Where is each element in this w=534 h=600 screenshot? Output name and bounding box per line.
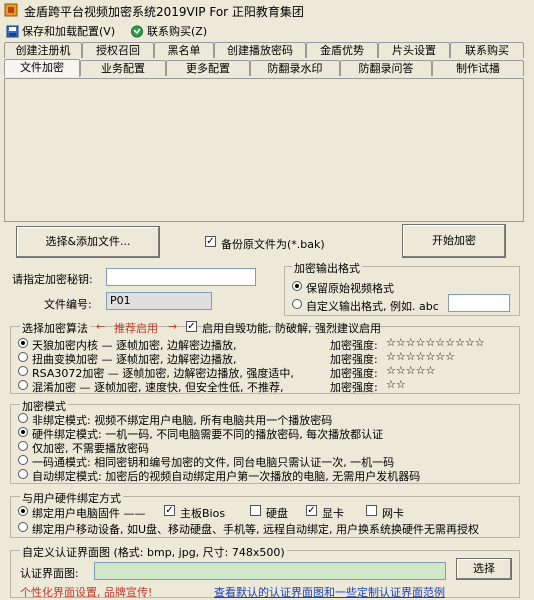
title-bar: 金盾跨平台视频加密系统2019VIP For 正阳教育集团 <box>0 0 534 20</box>
output-format-title: 加密输出格式 <box>292 260 362 276</box>
example-link[interactable]: 查看默认的认证界面图和一些定制认证界面范例 <box>214 584 445 600</box>
menu-bar: 保存和加载配置(V) 联系购买(Z) <box>0 20 534 40</box>
tab-anti-record-qa[interactable]: 防翻录问答 <box>340 60 432 76</box>
custom-auth-title: 自定义认证界面图 (格式: bmp, jpg, 尺寸: 748x500) <box>20 544 287 560</box>
recommend-label: 推荐启用 <box>114 322 158 335</box>
tab-make-trial[interactable]: 制作试播 <box>432 60 524 76</box>
menu-save-load-label: 保存和加载配置(V) <box>22 25 116 38</box>
disk-checkbox[interactable] <box>250 505 261 516</box>
file-no-input[interactable]: P01 <box>106 292 212 310</box>
phone-icon <box>131 25 143 37</box>
nic-label: 网卡 <box>382 507 404 520</box>
mode-radio-hardware[interactable] <box>18 427 28 437</box>
bind-pc-label: 绑定用户电脑固件 —— <box>32 507 146 520</box>
custom-format-label: 自定义输出格式, 例如. abc <box>306 300 439 313</box>
tab-advantages[interactable]: 金盾优势 <box>306 42 378 58</box>
strength-stars-3: ☆☆☆☆☆ <box>386 364 436 377</box>
window-title: 金盾跨平台视频加密系统2019VIP For 正阳教育集团 <box>24 5 304 19</box>
strength-stars-1: ☆☆☆☆☆☆☆☆☆☆ <box>386 336 485 349</box>
menu-contact-label: 联系购买(Z) <box>147 25 208 38</box>
mode-radio-one-code[interactable] <box>18 455 28 465</box>
auth-image-label: 认证界面图: <box>20 567 79 580</box>
gpu-checkbox[interactable]: ✓ <box>306 505 317 516</box>
key-input[interactable] <box>106 268 256 286</box>
tab-create-keygen[interactable]: 创建注册机 <box>4 42 82 58</box>
keep-original-label: 保留原始视频格式 <box>306 282 394 295</box>
promo-text: 个性化界面设置, 品牌宣传! <box>20 586 153 599</box>
self-destruct-checkbox[interactable]: ✓ <box>186 321 197 332</box>
mainboard-label: 主板Bios <box>180 507 226 520</box>
algo-radio-tianlang[interactable] <box>18 338 28 348</box>
disk-label: 硬盘 <box>266 507 288 520</box>
custom-format-input[interactable] <box>448 294 510 312</box>
tab-auth-recall[interactable]: 授权召回 <box>82 42 154 58</box>
strength-stars-2: ☆☆☆☆☆☆☆ <box>386 350 456 363</box>
self-destruct-label: 启用自毁功能, 防破解, 强烈建议启用 <box>202 322 381 335</box>
auth-image-input[interactable] <box>94 562 446 580</box>
select-image-button[interactable]: 选择 <box>456 558 512 580</box>
tab-intro-settings[interactable]: 片头设置 <box>378 42 450 58</box>
mode-radio-unbound[interactable] <box>18 413 28 423</box>
start-encrypt-button[interactable]: 开始加密 <box>402 224 506 258</box>
mainboard-checkbox[interactable]: ✓ <box>164 505 175 516</box>
nic-checkbox[interactable] <box>366 505 377 516</box>
bind-pc-radio[interactable] <box>18 506 28 516</box>
algo-radio-obfuscate[interactable] <box>18 380 28 390</box>
app-icon <box>4 3 18 17</box>
algo-radio-distort[interactable] <box>18 352 28 362</box>
custom-format-radio[interactable] <box>292 299 302 309</box>
menu-contact[interactable]: 联系购买(Z) <box>130 23 207 39</box>
keep-original-radio[interactable] <box>292 281 302 291</box>
algorithm-title: 选择加密算法 <box>20 320 90 336</box>
algo-text-obfuscate: 混淆加密 — 逐帧加密, 速度快, 但安全性低, 不推荐, <box>32 381 284 394</box>
tab-file-encrypt[interactable]: 文件加密 <box>4 59 80 77</box>
gpu-label: 显卡 <box>322 507 344 520</box>
strength-stars-4: ☆☆ <box>386 378 406 391</box>
hardware-bind-title: 与用户硬件绑定方式 <box>20 490 123 506</box>
arrow-right: → <box>168 320 178 333</box>
strength-label-4: 加密强度: <box>330 381 378 394</box>
tab-anti-record-watermark[interactable]: 防翻录水印 <box>250 60 340 76</box>
file-no-label: 文件编号: <box>44 298 92 311</box>
menu-save-load[interactable]: 保存和加载配置(V) <box>6 23 115 39</box>
mode-radio-auto-bind[interactable] <box>18 469 28 479</box>
bind-mobile-radio[interactable] <box>18 522 28 532</box>
algo-radio-rsa[interactable] <box>18 366 28 376</box>
mode-radio-encrypt-only[interactable] <box>18 441 28 451</box>
file-list[interactable] <box>4 78 524 222</box>
select-add-file-button[interactable]: 选择&添加文件... <box>16 226 160 258</box>
backup-label: 备份原文件为(*.bak) <box>221 238 325 251</box>
tab-business-config[interactable]: 业务配置 <box>80 60 166 76</box>
tab-contact-buy[interactable]: 联系购买 <box>450 42 524 58</box>
backup-checkbox[interactable]: ✓ <box>205 236 216 247</box>
tab-blacklist[interactable]: 黑名单 <box>154 42 214 58</box>
tab-create-play-password[interactable]: 创建播放密码 <box>214 42 306 58</box>
arrow-left: ← <box>96 320 106 333</box>
bind-mobile-label: 绑定用户移动设备, 如U盘、移动硬盘、手机等, 远程自动绑定, 用户换系统换硬件… <box>32 523 480 536</box>
tab-more-config[interactable]: 更多配置 <box>166 60 250 76</box>
save-icon <box>6 25 19 37</box>
key-label: 请指定加密秘钥: <box>12 273 93 286</box>
mode-text-auto-bind: 自动绑定模式: 加密后的视频自动绑定用户第一次播放的电脑, 无需用户发机器码 <box>32 470 421 483</box>
